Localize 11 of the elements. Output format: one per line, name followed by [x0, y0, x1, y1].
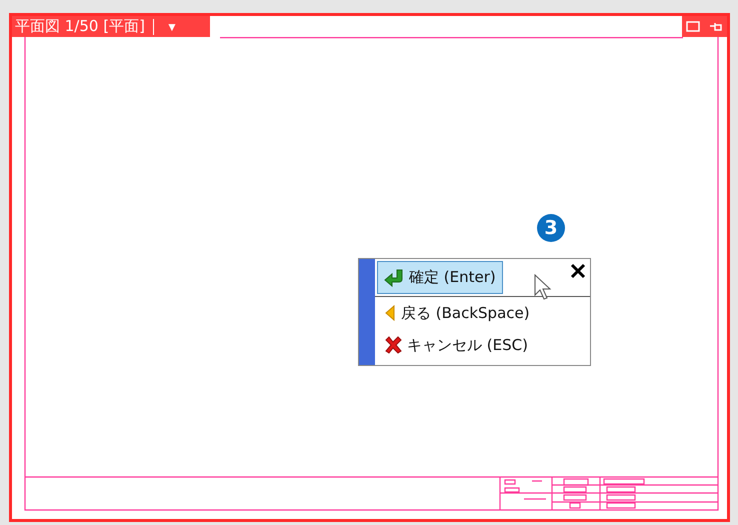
menu-item[interactable]: 確定 (Enter) [377, 261, 503, 294]
close-button[interactable] [570, 263, 586, 279]
left-triangle-icon [384, 305, 396, 321]
pin-icon [709, 21, 723, 32]
square-icon [686, 21, 700, 32]
step-badge: 3 [537, 214, 565, 242]
menu-item[interactable]: 戻る (BackSpace) [377, 297, 588, 329]
view-title: 平面図 1/50 [平面] [15, 17, 145, 36]
menu-item[interactable]: キャンセル (ESC) [377, 329, 588, 361]
return-arrow-icon [384, 268, 404, 286]
cancel-icon [384, 336, 402, 354]
